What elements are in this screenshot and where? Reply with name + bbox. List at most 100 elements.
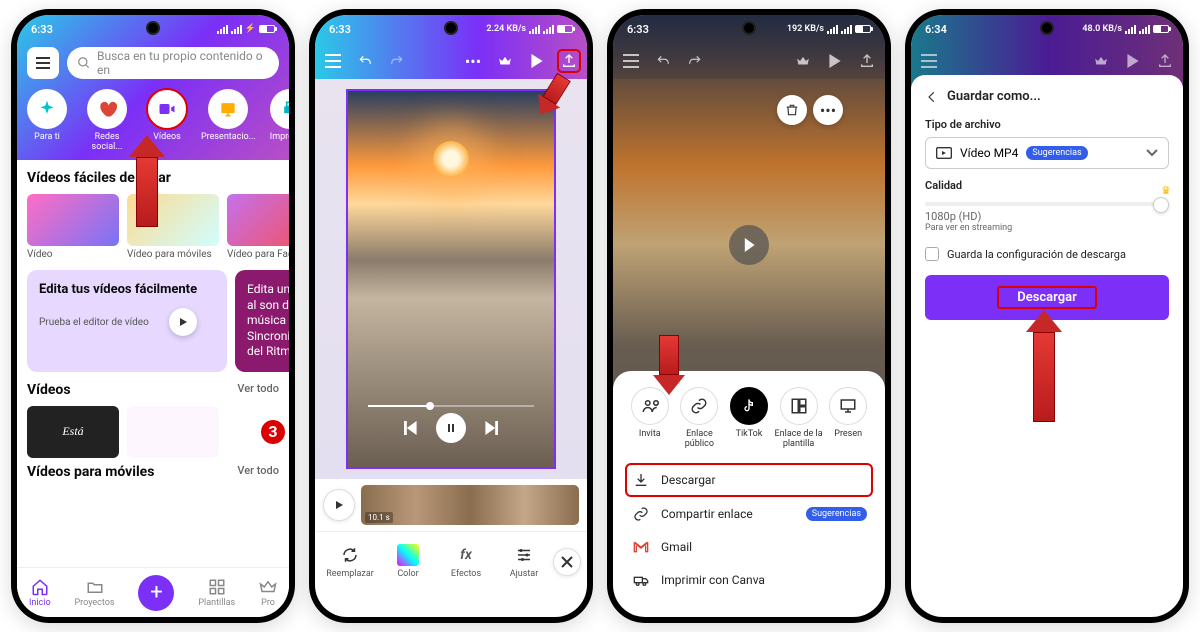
video-file-icon [936,147,952,159]
share-public-link[interactable]: Enlace público [675,387,725,449]
sheet-header: Guardar como... [925,89,1169,104]
share-invite[interactable]: Invita [625,387,675,449]
menu-button[interactable] [621,54,641,68]
camera-cutout [146,21,160,35]
template-thumb[interactable]: Vídeo para Fac [227,194,289,260]
cat-impresion[interactable]: Impresión [264,89,289,152]
save-config-checkbox[interactable]: Guarda la configuración de descarga [925,247,1169,261]
template-thumb[interactable] [227,406,289,458]
pro-button[interactable] [495,54,515,68]
close-toolbar[interactable] [553,548,581,576]
see-all-link[interactable]: Ver todo [237,464,279,477]
download-icon [633,472,649,488]
adjust-icon [515,546,533,564]
search-icon [77,56,91,70]
upload-icon [561,53,577,69]
timeline-play[interactable] [323,489,355,521]
presentation-icon [218,99,238,119]
timeline-frames[interactable]: 10.1 s [361,485,579,525]
cat-para-ti[interactable]: Para ti [21,89,73,152]
see-all-link[interactable]: Ver todo [237,382,279,395]
sunset-graphic [433,141,469,177]
camera-cutout [1040,21,1054,35]
pause-button[interactable] [436,413,466,443]
suggestions-badge: Sugerencias [1026,146,1087,160]
timeline-duration: 10.1 s [365,512,393,523]
category-row[interactable]: Para ti Redes social... Vídeos Presentac… [17,83,289,152]
cat-presentaciones[interactable]: Presentacio... [201,89,256,152]
template-thumb[interactable]: Vídeo [27,194,119,260]
nav-projects[interactable]: Proyectos [75,578,115,608]
cat-redes[interactable]: Redes social... [81,89,133,152]
undo-button[interactable] [653,54,673,68]
option-share-link[interactable]: Compartir enlace Sugerencias [625,497,873,531]
share-present[interactable]: Presen [823,387,873,449]
export-button[interactable] [857,53,877,69]
option-download[interactable]: Descargar [625,463,873,497]
promo-card-sync[interactable]: Edita un v al son de música c Sincroniz … [235,270,289,372]
tool-color[interactable]: Color [379,544,437,579]
template-thumb[interactable]: Está [27,406,119,458]
section-title-videos: VídeosVer todo [27,382,279,398]
canvas-area[interactable] [315,79,587,479]
export-button[interactable] [559,51,579,71]
share-template-link[interactable]: Enlace de la plantilla [774,387,824,449]
tool-effects[interactable]: fxEfectos [437,544,495,579]
tool-adjust[interactable]: Ajustar [495,544,553,579]
status-time: 6:33 [31,23,71,36]
nav-home[interactable]: Inicio [29,578,51,608]
home-body[interactable]: Vídeos fáciles de crear Vídeo Vídeo para… [17,160,289,592]
next-button[interactable] [484,421,498,435]
truck-icon [633,572,649,588]
phone-4-save: 6:34 48.0 KB/s Guardar como... Tipo de a… [905,9,1189,623]
menu-button[interactable] [323,54,343,68]
save-as-sheet: Guardar como... Tipo de archivo Vídeo MP… [911,75,1183,617]
option-print[interactable]: Imprimir con Canva [625,563,873,597]
bottom-nav: Inicio Proyectos + Plantillas Pro [17,567,289,617]
search-input[interactable]: Busca en tu propio contenido o en [67,47,279,79]
video-canvas[interactable] [346,89,556,469]
people-icon [641,397,659,415]
screen-icon [839,397,857,415]
back-icon[interactable] [925,90,939,104]
template-thumb[interactable] [127,406,219,458]
more-button[interactable]: ••• [813,95,843,125]
nav-pro[interactable]: Pro [259,578,277,608]
option-gmail[interactable]: Gmail [625,531,873,563]
link-icon [690,397,708,415]
video-icon [157,99,177,119]
nav-templates[interactable]: Plantillas [198,578,235,608]
canvas-play[interactable] [729,225,769,265]
home-header: 6:33 ⚡ Busca en tu propio contenido o en… [17,15,289,160]
section-title-easy: Vídeos fáciles de crear [27,170,279,186]
frame-controls: ••• [777,95,843,125]
pro-button[interactable] [793,54,813,68]
redo-button[interactable] [387,54,407,68]
effects-icon: fx [455,544,477,566]
video-progress[interactable] [368,405,534,407]
phone-1-home: 6:33 ⚡ Busca en tu propio contenido o en… [11,9,295,623]
tool-replace[interactable]: Reemplazar [321,544,379,579]
prev-button[interactable] [404,421,418,435]
filetype-select[interactable]: Vídeo MP4 Sugerencias [925,137,1169,169]
delete-button[interactable] [777,95,807,125]
play-button[interactable] [825,54,845,68]
undo-button[interactable] [355,54,375,68]
editor-toolbar: ••• [315,43,587,79]
quality-slider[interactable] [925,202,1169,206]
promo-card-edit[interactable]: Edita tus vídeos fácilmente Prueba el ed… [27,270,227,372]
camera-cutout [444,21,458,35]
cat-videos[interactable]: Vídeos [141,89,193,152]
timeline[interactable]: 10.1 s [315,479,587,531]
template-thumb[interactable]: Vídeo para móviles [127,194,219,260]
redo-button[interactable] [685,54,705,68]
play-button[interactable] [527,54,547,68]
more-button[interactable]: ••• [463,52,483,71]
search-placeholder: Busca en tu propio contenido o en [97,49,269,77]
folder-icon [86,578,104,596]
download-button[interactable]: Descargar [925,275,1169,320]
menu-button[interactable] [27,47,59,79]
nav-create-button[interactable]: + [138,575,174,611]
gmail-icon [633,541,649,553]
share-tiktok[interactable]: TikTok [724,387,774,449]
